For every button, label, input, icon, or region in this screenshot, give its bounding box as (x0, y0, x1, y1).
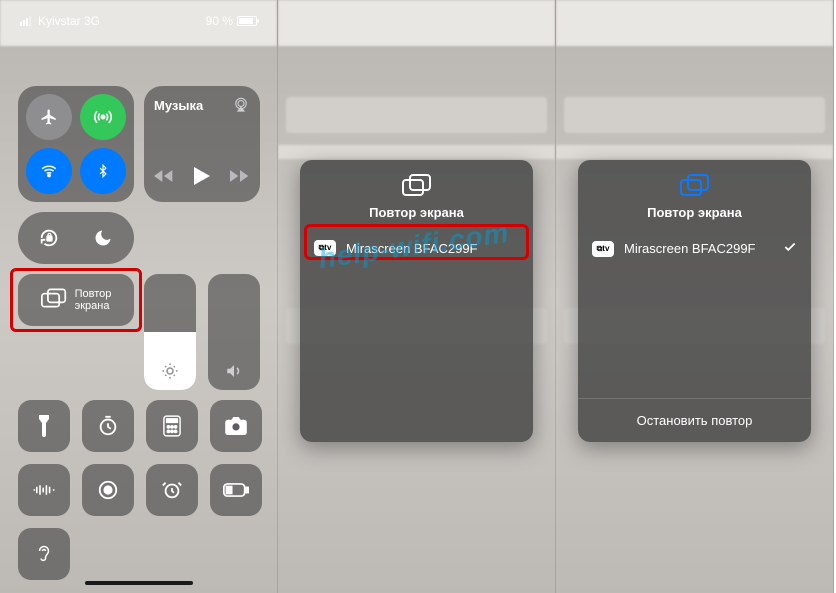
appletv-icon: ⧉tv (314, 240, 336, 256)
lock-focus-group (18, 212, 134, 264)
brightness-slider[interactable] (144, 274, 196, 390)
screen-mirroring-icon (41, 288, 67, 313)
prev-track-icon[interactable] (154, 169, 174, 188)
phone-mirror-select: Повтор экрана ⧉tv Mirascreen BFAC299F he… (278, 0, 556, 593)
signal-icon (20, 16, 34, 26)
camera-button[interactable] (210, 400, 262, 452)
device-row-selected[interactable]: ⧉tv Mirascreen BFAC299F (578, 230, 811, 267)
bluetooth-toggle[interactable] (80, 148, 126, 194)
volume-slider[interactable] (208, 274, 260, 390)
alarm-button[interactable] (146, 464, 198, 516)
stop-mirroring-button[interactable]: Остановить повтор (578, 398, 811, 442)
screen-record-button[interactable] (82, 464, 134, 516)
screen-mirroring-icon (402, 187, 432, 204)
carrier-label: Kyivstar 3G (38, 14, 100, 28)
low-power-button[interactable] (210, 464, 262, 516)
screen-mirroring-label: Повторэкрана (75, 288, 112, 312)
mirror-popup-connected: Повтор экрана ⧉tv Mirascreen BFAC299F Ос… (578, 160, 811, 442)
cellular-toggle[interactable] (80, 94, 126, 140)
airplay-audio-icon[interactable] (232, 96, 250, 114)
device-name: Mirascreen BFAC299F (624, 241, 756, 256)
brightness-icon (144, 362, 196, 380)
popup-title: Повтор экрана (300, 205, 533, 220)
voice-memo-button[interactable] (18, 464, 70, 516)
orientation-lock-toggle[interactable] (26, 215, 72, 261)
battery-icon (237, 16, 257, 26)
timer-button[interactable] (82, 400, 134, 452)
hearing-button[interactable] (18, 528, 70, 580)
flashlight-button[interactable] (18, 400, 70, 452)
home-indicator[interactable] (85, 581, 193, 585)
connectivity-group[interactable] (18, 86, 134, 202)
wifi-toggle[interactable] (26, 148, 72, 194)
do-not-disturb-toggle[interactable] (80, 215, 126, 261)
appletv-icon: ⧉tv (592, 241, 614, 257)
status-bar: Kyivstar 3G 90 % (0, 10, 277, 66)
screen-mirroring-icon (680, 187, 710, 204)
device-name: Mirascreen BFAC299F (346, 241, 478, 256)
mirror-popup: Повтор экрана ⧉tv Mirascreen BFAC299F (300, 160, 533, 442)
music-card[interactable]: Музыка (144, 86, 260, 202)
checkmark-icon (783, 240, 797, 257)
phone-mirror-connected: Повтор экрана ⧉tv Mirascreen BFAC299F Ос… (556, 0, 834, 593)
phone-control-center: Kyivstar 3G 90 % М (0, 0, 278, 593)
screen-mirroring-button[interactable]: Повторэкрана (18, 274, 134, 326)
airplane-toggle[interactable] (26, 94, 72, 140)
calculator-button[interactable] (146, 400, 198, 452)
play-icon[interactable] (194, 167, 210, 190)
device-row[interactable]: ⧉tv Mirascreen BFAC299F (300, 230, 533, 266)
popup-title: Повтор экрана (578, 205, 811, 220)
next-track-icon[interactable] (230, 169, 250, 188)
battery-pct: 90 % (206, 14, 233, 28)
